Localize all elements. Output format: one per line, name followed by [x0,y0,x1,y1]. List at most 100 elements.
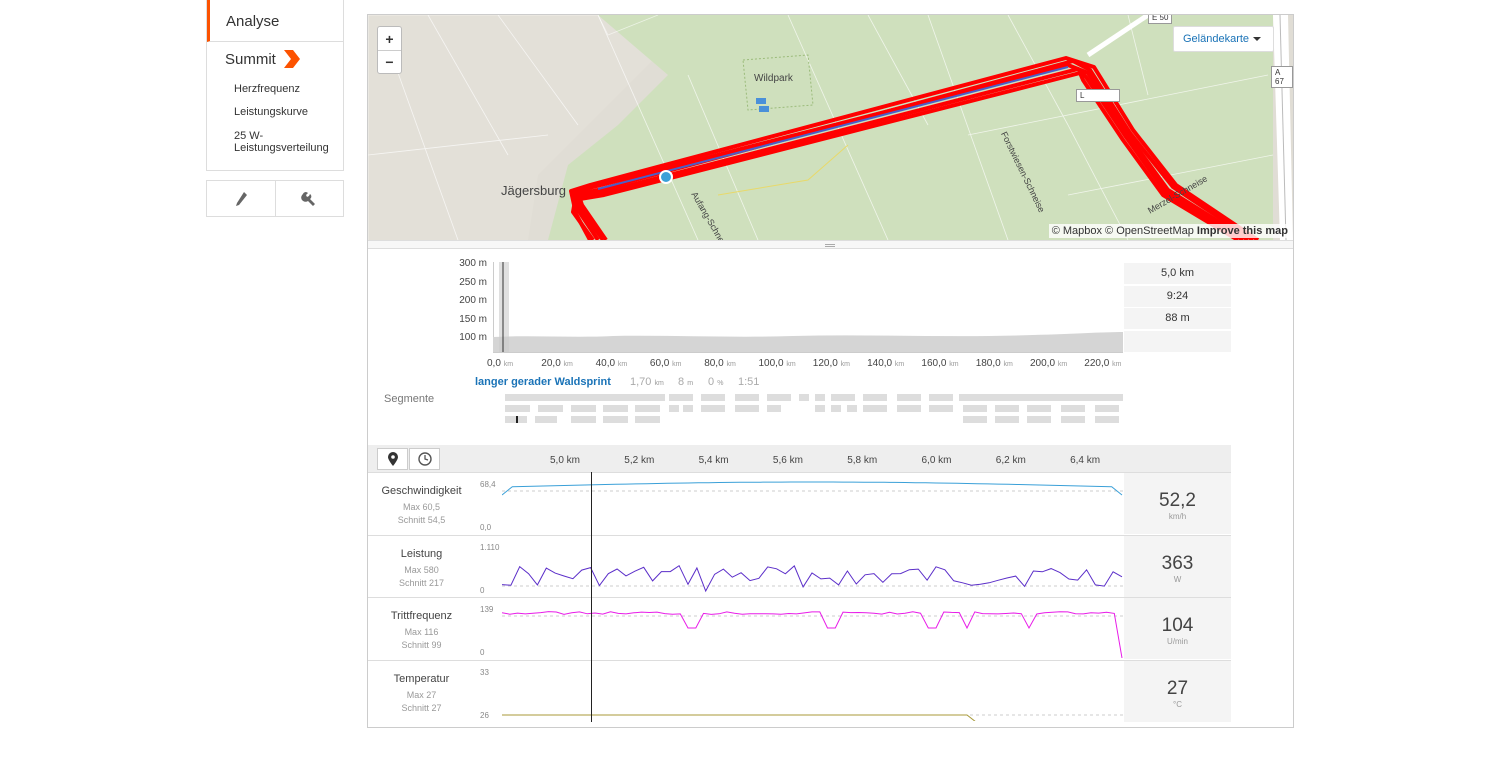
stream-value-box: 52,2 km/h [1124,473,1231,534]
elevation-x-tick: 60,0 km [649,358,682,369]
stream-row[interactable]: Geschwindigkeit Max 60,5 Schnitt 54,5 68,4 0… [368,472,1231,534]
pencil-icon [235,191,247,206]
elevation-x-tick: 180,0 km [975,358,1013,369]
elevation-chart[interactable] [493,262,1124,354]
map-pin-icon [387,452,398,466]
elevation-stat [1124,330,1231,352]
summit-chevron-icon [284,50,300,68]
elevation-stat: 5,0 km [1124,263,1231,284]
stream-max: Max 27 [406,689,437,700]
streams-x-tick: 6,0 km [921,455,952,466]
streams-x-tick: 6,2 km [995,455,1026,466]
stream-max: Max 60,5 [402,502,441,512]
wrench-icon [301,191,316,206]
stream-axis-top: 68,4 [480,480,496,489]
stream-avg: Schnitt 27 [401,702,442,713]
stream-row[interactable]: Trittfrequenz Max 116 Schnitt 99 139 0 104 U/m… [368,597,1231,659]
elevation-x-tick: 100,0 km [758,358,796,369]
time-mode-button[interactable] [409,448,440,470]
segments-label: Segmente [384,393,435,405]
stream-current-value: 27 [1166,677,1189,699]
stream-plot [502,714,1124,721]
stream-current-value: 363 [1161,552,1194,574]
map-resize-handle[interactable] [368,240,1293,249]
stream-line [502,611,1123,658]
sidebar-item-summit[interactable]: Summit [225,51,276,68]
analysis-panel: Jägersburg Wildpark Forstwiesen-Schneise… [367,14,1294,728]
segment-elevation: 8 m [678,376,694,388]
stream-name: Trittfrequenz [390,610,453,622]
stream-line [502,564,1123,592]
stream-value-box: 363 W [1124,535,1231,597]
zoom-in-button[interactable]: + [378,27,401,50]
elevation-y-tick: 200 m [459,295,487,306]
stream-row[interactable]: Leistung Max 580 Schnitt 217 1.110 0 363 W [368,534,1231,597]
stream-max: Max 580 [404,564,439,575]
road-shield-a67: A 67 [1271,66,1293,88]
elevation-x-tick: 0,0 km [487,358,514,369]
stream-avg: Schnitt 54,5 [397,515,446,525]
caret-down-icon [1253,37,1261,41]
stream-current-value: 104 [1161,615,1194,636]
sidebar-item-leistungskurve[interactable]: Leistungskurve [234,106,344,118]
streams-x-tick: 5,6 km [772,455,803,466]
stream-line [502,714,976,721]
attribution-text[interactable]: © Mapbox © OpenStreetMap [1052,225,1194,237]
stream-axis-top: 1.110 [480,542,500,552]
sidebar-item-analyse[interactable]: Analyse [207,0,343,42]
elevation-y-tick: 100 m [459,332,487,343]
zoom-out-button[interactable]: − [378,50,401,73]
distance-mode-button[interactable] [377,448,408,470]
stream-current-value: 52,2 [1159,490,1196,511]
elevation-x-tick: 220,0 km [1084,358,1122,369]
segment-time: 1:51 [738,376,760,388]
stream-axis-bottom: 0 [480,648,485,657]
elevation-x-tick: 140,0 km [867,358,905,369]
stream-axis-top: 139 [480,605,494,614]
segment-bars[interactable] [505,394,1125,424]
streams-x-tick: 5,2 km [624,455,655,466]
streams-x-tick: 5,4 km [698,455,729,466]
stream-axis-top: 33 [480,667,489,677]
map-layer-label: Geländekarte [1183,33,1250,45]
sidebar-menu: Analyse Summit Herzfrequenz Leistungskur… [206,0,344,171]
improve-map-link[interactable]: Improve this map [1197,225,1288,237]
stream-plot [502,481,1124,496]
stream-row[interactable]: Temperatur Max 27 Schnitt 27 33 26 27 °C [368,659,1231,722]
road-shield-l: L [1076,89,1120,102]
stream-axis-bottom: 0,0 [480,523,492,532]
edit-button[interactable] [207,181,275,216]
stream-value-box: 27 °C [1124,660,1231,722]
segment-title[interactable]: langer gerader Waldsprint [475,376,611,388]
stream-unit: W [1173,574,1182,584]
stream-avg: Schnitt 99 [401,640,442,650]
elevation-x-tick: 160,0 km [921,358,959,369]
segment-grade: 0 % [708,376,724,388]
stream-axis-bottom: 0 [480,585,485,595]
zoom-control: + − [377,26,402,74]
clock-icon [417,452,432,466]
elevation-x-tick: 40,0 km [595,358,628,369]
tools-button[interactable] [274,181,344,216]
stream-value-box: 104 U/min [1124,598,1231,659]
stream-name: Geschwindigkeit [381,485,462,497]
elevation-y-tick: 250 m [459,277,487,288]
road-shield-e: E 50 [1148,15,1173,24]
elevation-y-tick: 150 m [459,314,487,325]
stream-unit: km/h [1168,512,1187,521]
stream-avg: Schnitt 217 [398,577,445,588]
map-attribution: © Mapbox © OpenStreetMap Improve this ma… [1048,224,1291,238]
stream-axis-bottom: 26 [480,710,489,720]
stream-name: Leistung [400,547,443,560]
sidebar-item-herzfrequenz[interactable]: Herzfrequenz [234,83,344,95]
elevation-x-tick: 80,0 km [704,358,736,369]
map-label-park: Wildpark [754,73,793,84]
segment-distance: 1,70 km [630,376,664,388]
sidebar-item-leistungsverteilung[interactable]: 25 W-Leistungsverteilung [234,130,344,154]
stream-name: Temperatur [393,672,450,685]
stream-unit: °C [1173,699,1182,709]
map-layer-dropdown[interactable]: Geländekarte [1173,26,1274,52]
route-map[interactable]: Jägersburg Wildpark Forstwiesen-Schneise… [368,15,1293,240]
stream-plot [502,564,1124,592]
grip-icon [825,244,835,247]
